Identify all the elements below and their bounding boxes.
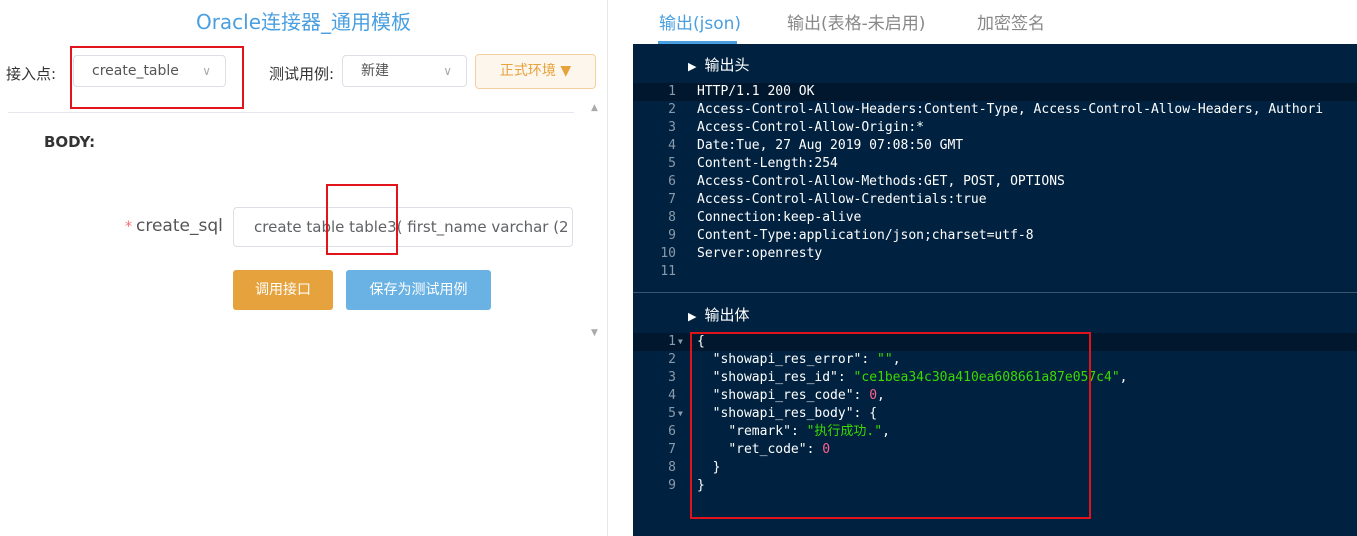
- test-case-select[interactable]: 新建 ∨: [342, 55, 467, 87]
- body-section-title: BODY:: [44, 133, 96, 151]
- request-panel: Oracle连接器_通用模板 接入点: create_table ∨ 测试用例:…: [0, 0, 608, 536]
- code-line: 8 Connection:keep-alive: [668, 210, 862, 225]
- chevron-down-icon: ∨: [443, 64, 452, 78]
- access-point-label: 接入点:: [6, 65, 57, 83]
- code-line: 6 Access-Control-Allow-Methods:GET, POST,…: [668, 174, 1065, 189]
- required-asterisk: *: [125, 219, 132, 235]
- scroll-down-arrow-icon[interactable]: ▼: [591, 328, 598, 338]
- access-point-value: create_table: [92, 63, 179, 79]
- save-test-case-button[interactable]: 保存为测试用例: [346, 270, 491, 310]
- output-panel: 输出(json) 输出(表格-未启用) 加密签名 ▶ 输出头 1 HTTP/1.1 …: [633, 0, 1357, 536]
- code-line: 1 ▼{: [633, 333, 1357, 351]
- code-line: 5 Content-Length:254: [668, 156, 838, 171]
- code-line: 10 Server:openresty: [660, 246, 823, 261]
- fold-arrow-icon[interactable]: ▼: [678, 405, 683, 423]
- code-line: 1 HTTP/1.1 200 OK: [633, 83, 1357, 101]
- body-section-toggle[interactable]: ▶ 输出体: [688, 304, 749, 325]
- test-case-label: 测试用例:: [269, 65, 335, 83]
- test-case-value: 新建: [361, 63, 389, 79]
- fold-arrow-icon[interactable]: ▼: [678, 333, 683, 351]
- code-line: 9}: [668, 478, 705, 493]
- create-sql-label: * create_sql: [125, 216, 223, 236]
- code-line: 2 "showapi_res_error": "",: [668, 352, 901, 367]
- create-sql-label-text: create_sql: [136, 216, 223, 236]
- environment-button[interactable]: 正式环境 ▼: [475, 54, 596, 89]
- code-line: 7 Access-Control-Allow-Credentials:true: [668, 192, 987, 207]
- code-line: 9 Content-Type:application/json;charset=u…: [668, 228, 1034, 243]
- chevron-down-icon: ∨: [202, 64, 211, 78]
- scroll-up-arrow-icon[interactable]: ▲: [591, 103, 598, 113]
- output-tabs: 输出(json) 输出(表格-未启用) 加密签名: [633, 0, 1357, 44]
- caret-right-icon: ▶: [688, 60, 697, 73]
- code-line: 11: [660, 264, 676, 279]
- code-line: 6 "remark": "执行成功.",: [668, 424, 890, 439]
- header-section-label: 输出头: [704, 56, 750, 74]
- access-point-select[interactable]: create_table ∨: [73, 55, 226, 87]
- tab-output-table[interactable]: 输出(表格-未启用): [787, 9, 925, 34]
- code-line: 2 Access-Control-Allow-Headers:Content-Ty…: [668, 102, 1324, 117]
- header-section-toggle[interactable]: ▶ 输出头: [688, 54, 749, 75]
- caret-right-icon: ▶: [688, 310, 697, 323]
- call-api-button[interactable]: 调用接口: [233, 270, 333, 310]
- header-code-block: 1 HTTP/1.1 200 OK 2 Access-Control-Allow-H…: [633, 83, 1357, 281]
- tab-encrypt-sign[interactable]: 加密签名: [977, 9, 1045, 34]
- code-line: 4 "showapi_res_code": 0,: [668, 388, 885, 403]
- create-sql-input[interactable]: create table table3( first_name varchar …: [233, 207, 573, 247]
- page-title: Oracle连接器_通用模板: [195, 10, 412, 34]
- code-line: 5 ▼ "showapi_res_body": {: [668, 405, 878, 423]
- tab-output-json[interactable]: 输出(json): [659, 9, 741, 34]
- section-divider: [633, 292, 1357, 293]
- code-line: 3 "showapi_res_id": "ce1bea34c30a410ea60…: [668, 370, 1128, 385]
- body-code-block: 1 ▼{ 2 "showapi_res_error": "", 3 "showap…: [633, 333, 1357, 495]
- body-section-label: 输出体: [704, 306, 750, 324]
- code-line: 3 Access-Control-Allow-Origin:*: [668, 120, 924, 135]
- code-line: 8 }: [668, 460, 721, 475]
- code-line: 4 Date:Tue, 27 Aug 2019 07:08:50 GMT: [668, 138, 964, 153]
- divider: [8, 112, 574, 113]
- active-tab-indicator: [658, 41, 737, 44]
- code-line: 7 "ret_code": 0: [668, 442, 831, 457]
